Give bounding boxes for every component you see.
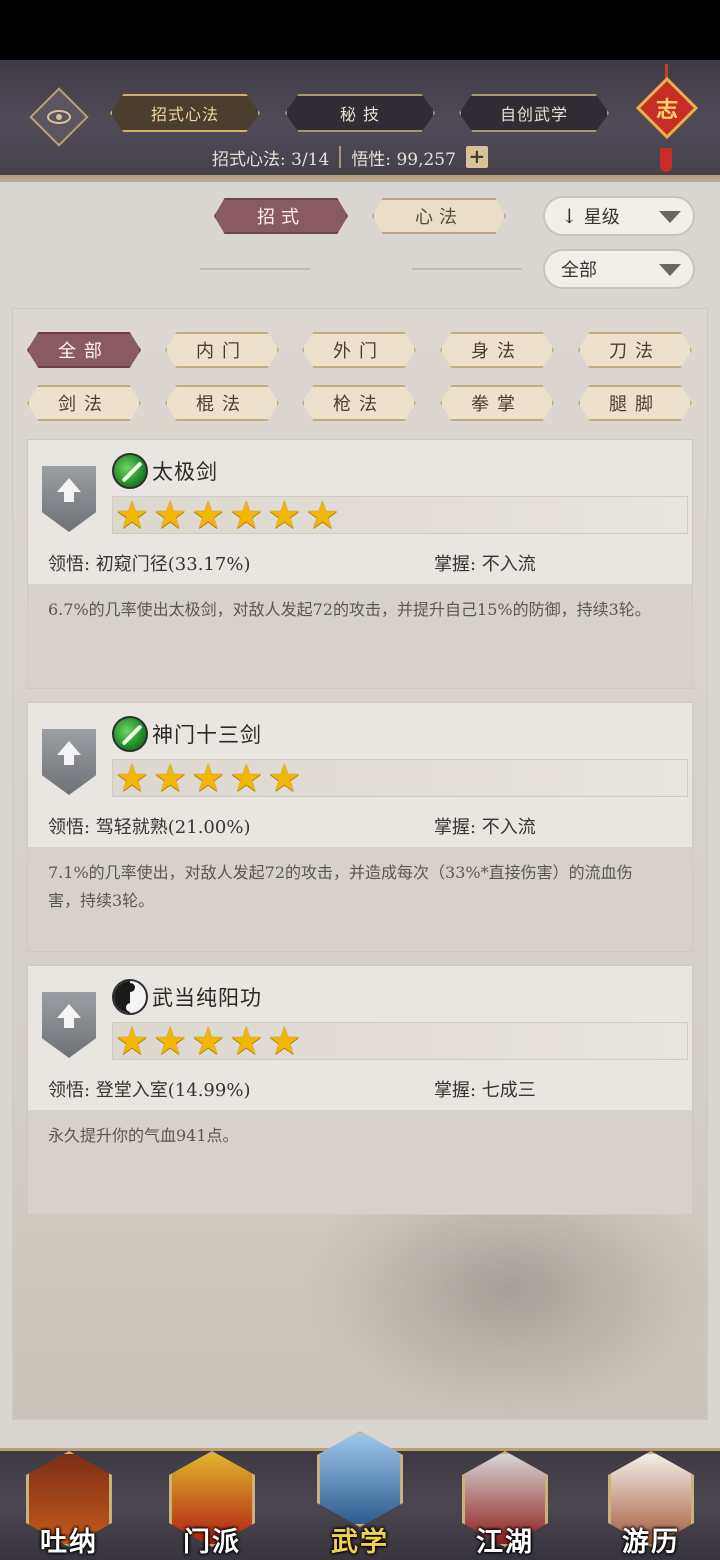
star-icon: ★ <box>267 1019 302 1063</box>
divider <box>339 146 342 168</box>
star-icon: ★ <box>191 756 226 800</box>
skill-name: 武当纯阳功 <box>152 986 262 1010</box>
martial-book-icon <box>317 1431 403 1527</box>
category-quanzhang[interactable]: 拳掌 <box>440 385 554 421</box>
category-shenfa[interactable]: 身法 <box>440 332 554 368</box>
category-jianfa[interactable]: 剑法 <box>27 385 141 421</box>
nav-menpai[interactable]: 门派 <box>157 1451 267 1560</box>
tab-zichuang-wuxue[interactable]: 自创武学 <box>459 94 609 132</box>
star-icon: ★ <box>267 756 302 800</box>
category-waimen[interactable]: 外门 <box>302 332 416 368</box>
segment-zhaoshi[interactable]: 招式 <box>214 198 348 234</box>
top-header: 招式心法 秘 技 自创武学 招式心法: 3/14 悟性: 99,257 + 志 <box>0 60 720 182</box>
add-wuxing-button[interactable]: + <box>465 146 488 168</box>
upgrade-shield-icon[interactable] <box>42 729 96 795</box>
chevron-down-icon <box>659 264 681 276</box>
skill-description: 6.7%的几率使出太极剑，对敌人发起72的攻击，并提升自己15%的防御，持续3轮… <box>48 600 651 619</box>
ink-landscape-background <box>300 1200 720 1420</box>
star-icon: ★ <box>153 493 188 537</box>
star-rating: ★ ★ ★ ★ ★ ★ <box>112 496 688 534</box>
skill-description: 永久提升你的气血941点。 <box>48 1126 239 1145</box>
arrow-up-icon <box>57 741 81 765</box>
arrow-up-icon <box>57 478 81 502</box>
star-icon: ★ <box>153 756 188 800</box>
skill-description: 7.1%的几率使出，对敌人发起72的攻击，并造成每次（33%*直接伤害）的流血伤… <box>48 863 633 910</box>
status-bar <box>0 0 720 60</box>
nav-label: 游历 <box>622 1527 680 1558</box>
category-all[interactable]: 全部 <box>27 332 141 368</box>
bottom-navigation: 吐纳 门派 武学 江湖 游历 <box>0 1431 720 1560</box>
upgrade-shield-icon[interactable] <box>42 466 96 532</box>
star-icon: ★ <box>115 1019 150 1063</box>
category-gunfa[interactable]: 棍法 <box>165 385 279 421</box>
upgrade-shield-icon[interactable] <box>42 992 96 1058</box>
skill-card[interactable]: 武当纯阳功 ★ ★ ★ ★ ★ 领悟: 登堂入室(14.99%) 掌握: 七成三 永久提… <box>27 965 693 1215</box>
nav-label: 武学 <box>331 1527 389 1558</box>
star-icon: ★ <box>267 493 302 537</box>
star-icon: ★ <box>229 1019 264 1063</box>
chinese-knot-button[interactable]: 志 <box>635 76 699 140</box>
star-icon: ★ <box>153 1019 188 1063</box>
category-neimen[interactable]: 内门 <box>165 332 279 368</box>
scope-label: 全部 <box>561 260 597 281</box>
star-icon: ★ <box>191 493 226 537</box>
nav-tuna[interactable]: 吐纳 <box>14 1451 124 1560</box>
nav-youli[interactable]: 游历 <box>596 1451 706 1560</box>
category-daofa[interactable]: 刀法 <box>578 332 692 368</box>
comprehension-text: 领悟: 初窥门径(33.17%) <box>48 554 251 575</box>
knot-tassel <box>660 148 672 172</box>
mastery-text: 掌握: 七成三 <box>434 1080 536 1101</box>
tab-miji[interactable]: 秘 技 <box>285 94 435 132</box>
wuxing-value: 悟性: 99,257 <box>351 149 456 170</box>
decorative-line <box>200 268 310 270</box>
tab-zhaoshi-xinfa[interactable]: 招式心法 <box>110 94 260 132</box>
comprehension-text: 领悟: 驾轻就熟(21.00%) <box>48 817 251 838</box>
star-icon: ★ <box>115 493 150 537</box>
star-icon: ★ <box>305 493 340 537</box>
arrow-up-icon <box>57 1004 81 1028</box>
scope-dropdown[interactable]: 全部 <box>543 249 695 289</box>
skill-name: 太极剑 <box>152 460 218 484</box>
nav-label: 吐纳 <box>40 1527 98 1558</box>
star-rating: ★ ★ ★ ★ ★ <box>112 759 688 797</box>
eye-icon <box>47 110 71 124</box>
mastery-text: 掌握: 不入流 <box>434 817 536 838</box>
sword-skill-icon <box>112 453 148 489</box>
nav-wuxue[interactable]: 武学 <box>305 1431 415 1560</box>
nav-jianghu[interactable]: 江湖 <box>450 1451 560 1560</box>
category-tuijiao[interactable]: 腿脚 <box>578 385 692 421</box>
nav-label: 门派 <box>183 1527 241 1558</box>
star-rating: ★ ★ ★ ★ ★ <box>112 1022 688 1060</box>
star-icon: ★ <box>191 1019 226 1063</box>
star-icon: ★ <box>229 756 264 800</box>
sort-arrow-icon: ↓ <box>561 204 578 228</box>
decorative-line <box>412 268 522 270</box>
category-qiangfa[interactable]: 枪法 <box>302 385 416 421</box>
chevron-down-icon <box>659 211 681 223</box>
stats-row: 招式心法: 3/14 悟性: 99,257 + <box>212 144 488 170</box>
mastery-text: 掌握: 不入流 <box>434 554 536 575</box>
skill-name: 神门十三剑 <box>152 723 262 747</box>
sort-dropdown[interactable]: ↓ 星级 <box>543 196 695 236</box>
nav-label: 江湖 <box>476 1527 534 1558</box>
star-icon: ★ <box>115 756 150 800</box>
comprehension-text: 领悟: 登堂入室(14.99%) <box>48 1080 251 1101</box>
skill-card[interactable]: 太极剑 ★ ★ ★ ★ ★ ★ 领悟: 初窥门径(33.17%) 掌握: 不入流 6.7%… <box>27 439 693 689</box>
skill-card[interactable]: 神门十三剑 ★ ★ ★ ★ ★ 领悟: 驾轻就熟(21.00%) 掌握: 不入流 7.1… <box>27 702 693 952</box>
star-icon: ★ <box>229 493 264 537</box>
segment-xinfa[interactable]: 心法 <box>372 198 506 234</box>
skill-count: 招式心法: 3/14 <box>212 149 330 170</box>
taiji-icon <box>112 979 148 1015</box>
sword-skill-icon <box>112 716 148 752</box>
eye-toggle-button[interactable] <box>29 87 89 147</box>
sort-label: 星级 <box>583 207 620 228</box>
knot-char: 志 <box>655 96 679 123</box>
